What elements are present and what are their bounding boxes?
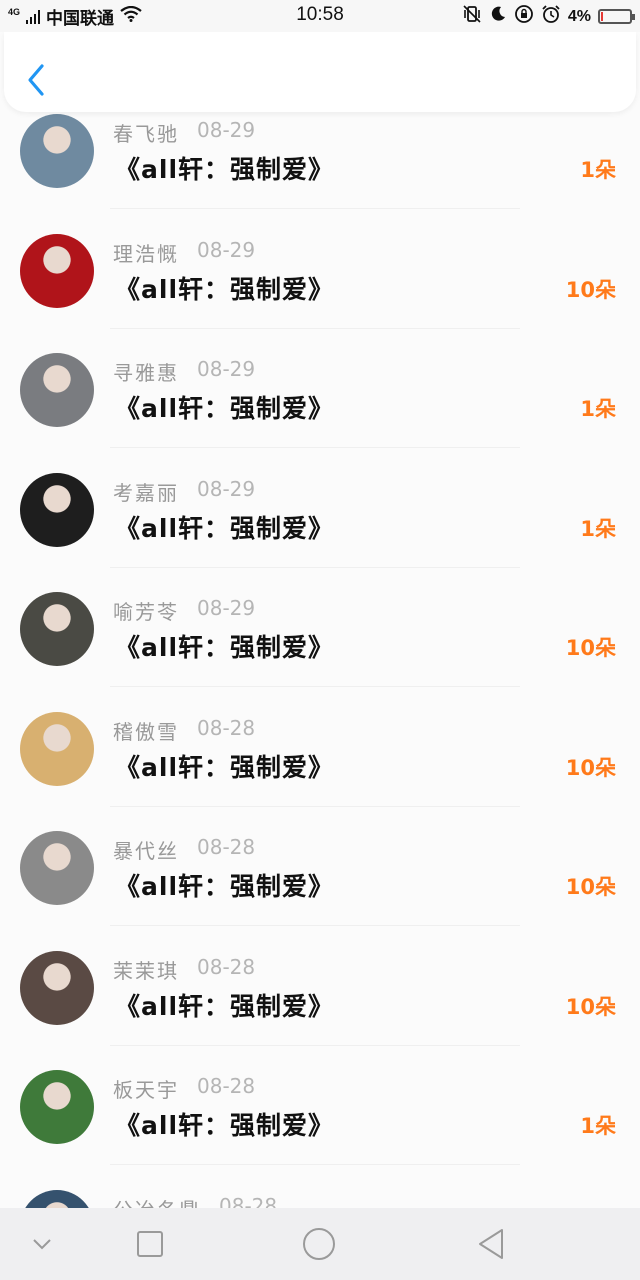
item-date: 08-29	[197, 357, 256, 381]
flower-count: 10朵	[565, 875, 616, 899]
user-name: 春飞驰	[113, 122, 179, 146]
item-meta: 考嘉丽 08-29	[113, 477, 255, 506]
flower-count: 1朵	[580, 516, 616, 541]
recents-button[interactable]	[130, 1224, 170, 1264]
item-date: 08-29	[197, 596, 256, 620]
list-item[interactable]: 暴代丝 08-28 《all轩：强制爱》 10朵	[0, 817, 640, 937]
avatar[interactable]	[20, 950, 94, 1025]
item-meta: 公冶冬鼎 08-28	[113, 1194, 277, 1209]
divider	[110, 686, 520, 687]
avatar[interactable]	[20, 472, 94, 547]
user-name: 喻芳苓	[113, 600, 179, 624]
user-name: 寻雅惠	[113, 361, 179, 385]
moon-icon	[489, 5, 507, 28]
avatar[interactable]	[20, 592, 94, 666]
chevron-down-icon	[33, 1239, 51, 1250]
rotation-lock-icon	[514, 4, 534, 29]
circle-icon	[303, 1228, 335, 1260]
book-title: 《all轩：强制爱》	[115, 633, 335, 662]
avatar[interactable]	[20, 1070, 94, 1144]
item-date: 08-28	[197, 715, 256, 740]
item-date: 08-28	[197, 954, 256, 979]
list-item[interactable]: 稽傲雪 08-28 《all轩：强制爱》 10朵	[0, 698, 640, 818]
list-item[interactable]: 公冶冬鼎 08-28	[0, 1176, 640, 1209]
list-item[interactable]: 茉茉琪 08-28 《all轩：强制爱》 10朵	[0, 937, 640, 1057]
user-name: 理浩慨	[113, 241, 179, 266]
flower-count: 1朵	[580, 1114, 616, 1138]
divider	[110, 566, 520, 568]
list-item[interactable]: 寻雅惠 08-29 《all轩：强制爱》 1朵	[0, 339, 640, 459]
divider	[110, 327, 520, 329]
hide-nav-button[interactable]	[22, 1224, 62, 1264]
item-date: 08-28	[197, 835, 256, 859]
book-title: 《all轩：强制爱》	[115, 1111, 335, 1140]
item-meta: 春飞驰 08-29	[113, 118, 255, 147]
item-meta: 暴代丝 08-28	[113, 835, 255, 864]
divider	[110, 1164, 520, 1165]
alarm-icon	[541, 4, 561, 29]
list-item[interactable]: 理浩慨 08-29 《all轩：强制爱》 10朵	[0, 220, 640, 340]
list-item[interactable]: 春飞驰 08-29 《all轩：强制爱》 1朵	[0, 110, 640, 220]
back-nav-button[interactable]	[471, 1224, 511, 1264]
avatar[interactable]	[20, 711, 94, 786]
item-meta: 理浩慨 08-29	[113, 238, 255, 267]
back-button[interactable]	[22, 60, 52, 100]
header	[4, 32, 636, 112]
book-title: 《all轩：强制爱》	[115, 872, 335, 901]
chevron-left-icon	[28, 64, 44, 96]
list-item[interactable]: 喻芳苓 08-29 《all轩：强制爱》 10朵	[0, 578, 640, 698]
book-title: 《all轩：强制爱》	[115, 394, 335, 423]
battery-percent: 4%	[567, 7, 591, 25]
book-title: 《all轩：强制爱》	[115, 155, 335, 184]
item-date: 08-29	[197, 118, 256, 142]
avatar[interactable]	[20, 233, 94, 308]
list-item[interactable]: 考嘉丽 08-29 《all轩：强制爱》 1朵	[0, 459, 640, 579]
user-name: 板天宇	[113, 1078, 179, 1102]
item-date: 08-28	[219, 1193, 278, 1209]
item-meta: 板天宇 08-28	[113, 1074, 255, 1103]
user-name: 茉茉琪	[113, 958, 179, 983]
square-icon	[137, 1231, 163, 1257]
divider	[110, 208, 520, 209]
flower-count: 10朵	[565, 755, 616, 780]
flower-count: 10朵	[565, 636, 616, 660]
flower-count: 10朵	[565, 277, 616, 302]
item-meta: 茉茉琪 08-28	[113, 955, 255, 984]
avatar[interactable]	[20, 114, 94, 188]
divider	[110, 447, 520, 448]
avatar[interactable]	[20, 1189, 94, 1208]
flower-count: 1朵	[580, 158, 616, 182]
navigation-bar	[0, 1208, 640, 1280]
triangle-back-icon	[479, 1229, 503, 1259]
item-meta: 稽傲雪 08-28	[113, 716, 255, 745]
divider	[110, 805, 520, 807]
flower-count: 1朵	[580, 397, 616, 421]
user-name: 公冶冬鼎	[113, 1194, 201, 1209]
item-date: 08-29	[197, 476, 256, 501]
status-bar: 4G 中国联通 10:58 4%	[0, 0, 640, 32]
book-title: 《all轩：强制爱》	[115, 274, 335, 304]
home-button[interactable]	[299, 1224, 339, 1264]
item-meta: 喻芳苓 08-29	[113, 596, 255, 625]
list-item[interactable]: 板天宇 08-28 《all轩：强制爱》 1朵	[0, 1056, 640, 1176]
battery-icon	[598, 9, 635, 24]
gift-list: 春飞驰 08-29 《all轩：强制爱》 1朵 理浩慨 08-29 《all轩：强制爱》 10…	[0, 110, 640, 1208]
vibrate-off-icon	[462, 5, 482, 28]
divider	[110, 925, 520, 926]
user-name: 稽傲雪	[113, 719, 179, 744]
avatar[interactable]	[20, 353, 94, 427]
book-title: 《all轩：强制爱》	[115, 991, 335, 1021]
book-title: 《all轩：强制爱》	[115, 513, 335, 543]
avatar[interactable]	[20, 831, 94, 905]
user-name: 考嘉丽	[113, 480, 179, 505]
item-meta: 寻雅惠 08-29	[113, 357, 255, 386]
item-date: 08-28	[197, 1074, 256, 1098]
flower-count: 10朵	[565, 994, 616, 1019]
book-title: 《all轩：强制爱》	[115, 752, 335, 782]
user-name: 暴代丝	[113, 839, 179, 863]
divider	[110, 1044, 520, 1046]
item-date: 08-29	[197, 237, 256, 262]
